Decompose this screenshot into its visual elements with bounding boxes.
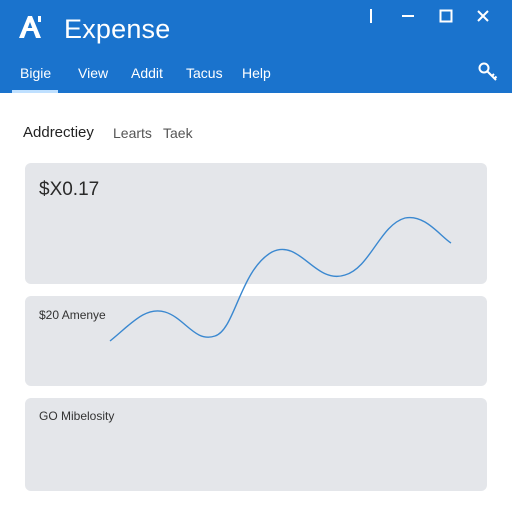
menu-item-view[interactable]: View <box>78 65 108 81</box>
menu-item-tacus[interactable]: Tacus <box>186 65 223 81</box>
mobility-card[interactable]: GO Mibelosity <box>25 398 487 491</box>
menu-bar: Bigie View Addit Tacus Help <box>0 58 512 93</box>
title-bar: Expense Bigie View Addit Tacus Help <box>0 0 512 93</box>
amount-card[interactable]: $20 Amenye <box>25 296 487 386</box>
card-label: GO Mibelosity <box>39 409 115 423</box>
tab-learts[interactable]: Learts <box>113 125 152 141</box>
maximize-icon[interactable] <box>437 7 455 25</box>
tab-addrectiey[interactable]: Addrectiey <box>23 124 94 141</box>
tab-taek[interactable]: Taek <box>163 125 193 141</box>
minimize-icon[interactable] <box>399 7 417 25</box>
menu-item-help[interactable]: Help <box>242 65 271 81</box>
card-value: $X0.17 <box>39 179 100 200</box>
close-icon[interactable] <box>474 7 492 25</box>
menu-item-addit[interactable]: Addit <box>131 65 163 81</box>
key-icon[interactable] <box>477 61 499 83</box>
menu-item-bigie[interactable]: Bigie <box>20 65 51 81</box>
summary-card[interactable]: $X0.17 <box>25 163 487 284</box>
active-menu-indicator <box>12 90 58 93</box>
app-title: Expense <box>64 14 171 44</box>
pin-icon[interactable] <box>362 7 380 25</box>
card-label: $20 Amenye <box>39 308 106 322</box>
app-logo-icon <box>19 16 41 38</box>
